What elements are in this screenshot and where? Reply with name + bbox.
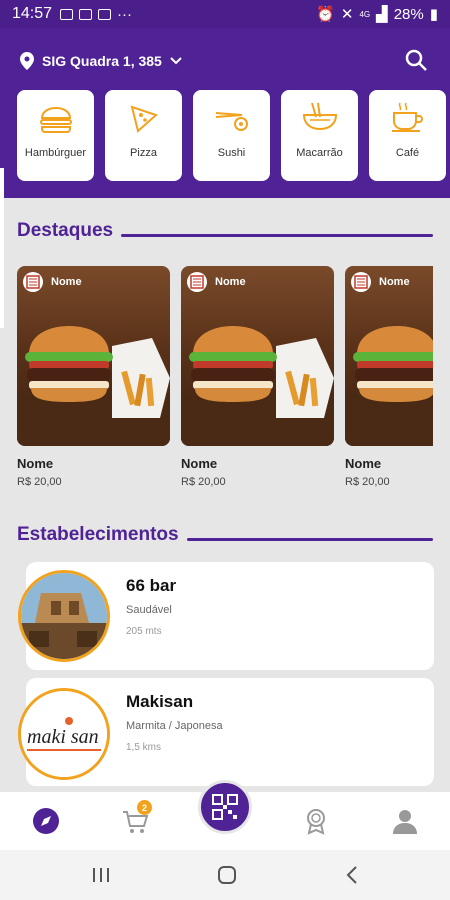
highlight-card[interactable]: Nome Nome R$ 20,00 [17, 266, 170, 488]
burger-icon [39, 107, 72, 133]
coffee-icon [391, 102, 423, 132]
restaurant-logo-icon [23, 272, 43, 292]
makisan-logo: maki san [21, 691, 107, 777]
category-label: Pizza [130, 147, 157, 159]
title-underline [121, 233, 433, 237]
app-screen: 14:57 ··· ⏰ ✕ 4G ▟ 28% ▮ SIG Quadra 1, 3… [0, 0, 450, 900]
burger-photo: Nome [345, 266, 433, 446]
category-label: Sushi [217, 147, 246, 159]
product-price: R$ 20,00 [345, 476, 390, 488]
side-edge-handle[interactable] [0, 168, 4, 328]
award-icon [307, 809, 325, 835]
notification-icons: ··· [60, 6, 132, 23]
category-burger[interactable]: Hambúrguer [17, 90, 94, 181]
recent-apps-icon[interactable] [90, 864, 112, 886]
burger-illustration [17, 326, 170, 446]
restaurant-badge: Nome [23, 272, 82, 292]
chevron-down-icon [170, 57, 182, 65]
category-pizza[interactable]: Pizza [105, 90, 182, 181]
nav-cart[interactable]: 2 [120, 800, 152, 836]
noodles-icon [302, 102, 337, 131]
teams-notification-icon [98, 8, 112, 20]
nav-explore[interactable] [31, 806, 61, 836]
sushi-icon [215, 112, 248, 131]
establishments-section-title: Estabelecimentos [17, 524, 433, 546]
cart-count-badge: 2 [137, 800, 152, 815]
burger-illustration [181, 326, 334, 446]
location-selector[interactable]: SIG Quadra 1, 385 [20, 52, 190, 70]
category-list: Hambúrguer Pizza Sushi Macarrão Café [17, 90, 450, 181]
restaurant-badge-name: Nome [51, 276, 82, 288]
network-type: 4G [359, 9, 371, 19]
more-notifications-icon: ··· [117, 5, 133, 23]
category-sushi[interactable]: Sushi [193, 90, 270, 181]
pizza-icon [130, 105, 158, 133]
logo-wordmark: maki san [27, 726, 99, 748]
nav-rewards[interactable] [301, 806, 331, 836]
burger-photo: Nome [17, 266, 170, 446]
establishment-logo: maki san [18, 688, 110, 780]
alarm-icon: ⏰ [316, 6, 335, 23]
restaurant-badge: Nome [187, 272, 246, 292]
battery-icon: ▮ [429, 6, 438, 23]
establishment-photo [18, 570, 110, 662]
establishment-distance: 1,5 kms [126, 742, 162, 753]
product-name: Nome [345, 456, 382, 471]
qr-code-icon [212, 794, 238, 820]
product-name: Nome [17, 456, 54, 471]
highlight-card[interactable]: Nome Nome R$ 20,00 [345, 266, 433, 488]
establishment-name: 66 bar [126, 576, 177, 595]
system-navigation-bar [0, 850, 450, 900]
establishment-category: Saudável [126, 604, 172, 616]
restaurant-logo-icon [187, 272, 207, 292]
burger-illustration [345, 326, 433, 446]
nav-profile[interactable] [390, 806, 420, 836]
back-icon[interactable] [342, 864, 364, 886]
product-name: Nome [181, 456, 218, 471]
category-label: Hambúrguer [24, 147, 87, 159]
mute-icon: ✕ [340, 6, 354, 23]
burger-photo: Nome [181, 266, 334, 446]
restaurant-badge-name: Nome [379, 276, 410, 288]
location-label: SIG Quadra 1, 385 [42, 53, 162, 69]
title-underline [186, 537, 433, 541]
restaurant-badge: Nome [351, 272, 410, 292]
header: SIG Quadra 1, 385 Hambúrguer Pizza Sushi… [0, 28, 450, 198]
establishments-title: Estabelecimentos [17, 524, 179, 545]
user-icon [393, 810, 417, 834]
screen-notification-icon [79, 8, 93, 20]
highlights-carousel[interactable]: Nome Nome R$ 20,00 Nome Nome R$ 20,00 No… [17, 266, 433, 488]
battery-percent: 28% [393, 5, 424, 23]
highlights-section-title: Destaques [17, 220, 433, 242]
signal-icon: ▟ [376, 6, 388, 23]
bar-photo-illustration [21, 573, 107, 659]
establishment-category: Marmita / Japonesa [126, 720, 223, 732]
establishment-distance: 205 mts [126, 626, 162, 637]
product-price: R$ 20,00 [17, 476, 62, 488]
status-right: ⏰ ✕ 4G ▟ 28% ▮ [316, 5, 438, 24]
status-bar: 14:57 ··· ⏰ ✕ 4G ▟ 28% ▮ [0, 0, 450, 28]
gallery-notification-icon [60, 8, 74, 20]
qr-scan-button[interactable] [198, 780, 252, 834]
compass-icon [33, 808, 59, 834]
category-label: Macarrão [296, 147, 343, 159]
status-time: 14:57 [12, 5, 53, 22]
restaurant-badge-name: Nome [215, 276, 246, 288]
category-noodles[interactable]: Macarrão [281, 90, 358, 181]
search-icon[interactable] [404, 48, 428, 72]
category-label: Café [395, 147, 420, 159]
product-price: R$ 20,00 [181, 476, 226, 488]
restaurant-logo-icon [351, 272, 371, 292]
highlight-card[interactable]: Nome Nome R$ 20,00 [181, 266, 334, 488]
highlights-title: Destaques [17, 220, 114, 241]
location-pin-icon [20, 52, 34, 70]
establishment-name: Makisan [126, 692, 194, 711]
category-coffee[interactable]: Café [369, 90, 446, 181]
home-icon[interactable] [216, 864, 238, 886]
